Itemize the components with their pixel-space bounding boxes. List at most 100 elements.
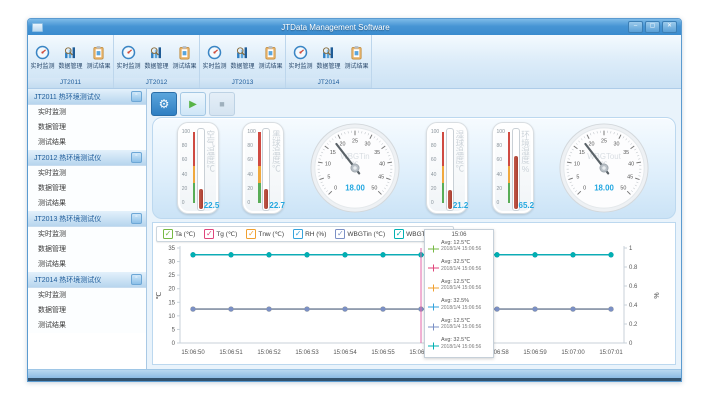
sidebar-group-header-1[interactable]: JT2011 热环境测试仪▫: [28, 89, 146, 105]
tooltip-entry: Avg: 32.5%2018/1/4 15:06:56: [428, 298, 490, 316]
legend-item-ta: ✓Ta (℃): [163, 229, 195, 239]
chart-tooltip: 15:06Avg: 12.5℃2018/1/4 15:06:56Avg: 32.…: [424, 229, 494, 358]
sidebar-item-data-management[interactable]: 数据管理: [28, 120, 146, 135]
stop-icon: ■: [219, 99, 224, 109]
svg-text:0: 0: [629, 341, 633, 347]
thermometer-scale: 100806040200: [431, 130, 439, 206]
ribbon-button-jt2012-realtime-monitoring[interactable]: 实时监测: [115, 45, 142, 70]
sidebar-item-realtime-monitoring[interactable]: 实时监测: [28, 227, 146, 242]
settings-button[interactable]: ⚙: [151, 92, 177, 116]
ribbon-button-jt2013-data-management[interactable]: 数据管理: [229, 45, 256, 70]
tooltip-entry: Avg: 32.5℃2018/1/4 15:06:56: [428, 337, 490, 355]
legend-label: WBGTin (℃): [347, 230, 385, 238]
mercury-column: [199, 189, 203, 209]
ribbon-button-jt2014-test-results[interactable]: 测试结果: [343, 45, 370, 70]
mercury-column: [514, 156, 518, 209]
thermometer-zones: [508, 132, 511, 208]
ribbon-group-caption: JT2014: [286, 78, 371, 88]
svg-text:15:07:01: 15:07:01: [599, 350, 623, 356]
svg-text:15:06:59: 15:06:59: [523, 350, 547, 356]
svg-text:15:07:00: 15:07:00: [561, 350, 585, 356]
svg-text:15: 15: [330, 150, 336, 156]
status-bar: [28, 369, 681, 381]
sidebar-item-realtime-monitoring[interactable]: 实时监测: [28, 166, 146, 181]
sidebar-item-realtime-monitoring[interactable]: 实时监测: [28, 105, 146, 120]
svg-text:15:06:51: 15:06:51: [219, 350, 243, 356]
ribbon-button-jt2013-test-results[interactable]: 测试结果: [257, 45, 284, 70]
series-marker-icon: [428, 279, 439, 297]
sidebar-item-test-results[interactable]: 测试结果: [28, 257, 146, 272]
legend-checkbox[interactable]: ✓: [246, 229, 256, 239]
ribbon-group-caption: JT2012: [114, 78, 199, 88]
sidebar-item-data-management[interactable]: 数据管理: [28, 242, 146, 257]
sidebar-item-test-results[interactable]: 测试结果: [28, 318, 146, 333]
line-chart[interactable]: 0510152025303500.20.40.60.81℃%15:06:5015…: [154, 240, 674, 366]
sidebar-group-header-4[interactable]: JT2014 热环境测试仪▫: [28, 272, 146, 288]
legend-checkbox[interactable]: ✓: [293, 229, 303, 239]
thermometer-value: 65.2: [519, 201, 535, 210]
svg-text:45: 45: [627, 174, 633, 180]
ribbon-button-jt2012-test-results[interactable]: 测试结果: [171, 45, 198, 70]
ribbon-button-label: 实时监测: [288, 61, 312, 70]
tooltip-avg-value: Avg: 32.5℃: [441, 259, 481, 266]
sidebar-item-test-results[interactable]: 测试结果: [28, 135, 146, 150]
window-minimize-button[interactable]: –: [628, 21, 643, 33]
dial-gauge-wbgtout: 05101520253035404550WBGTout℃18.00: [557, 120, 651, 216]
ribbon-button-jt2014-realtime-monitoring[interactable]: 实时监测: [287, 45, 314, 70]
svg-text:10: 10: [325, 162, 331, 168]
data-icon: [63, 45, 78, 60]
svg-text:10: 10: [168, 314, 175, 320]
series-marker-icon: [428, 298, 439, 316]
collapse-icon[interactable]: ▫: [131, 274, 142, 285]
collapse-icon[interactable]: ▫: [131, 152, 142, 163]
start-button[interactable]: ▶: [180, 92, 206, 116]
ribbon-button-jt2011-data-management[interactable]: 数据管理: [57, 45, 84, 70]
thermometer-label: 空气温度℃: [206, 130, 215, 173]
svg-text:15:06:53: 15:06:53: [295, 350, 319, 356]
titlebar: JTData Management Software –▢✕: [28, 19, 681, 35]
sidebar-item-test-results[interactable]: 测试结果: [28, 196, 146, 211]
ribbon-button-label: 实时监测: [116, 61, 140, 70]
ribbon-button-jt2011-test-results[interactable]: 测试结果: [85, 45, 112, 70]
legend-label: Ta (℃): [175, 230, 195, 238]
collapse-icon[interactable]: ▫: [131, 91, 142, 102]
thermometer-value: 21.2: [453, 201, 469, 210]
legend-checkbox[interactable]: ✓: [335, 229, 345, 239]
sidebar-item-realtime-monitoring[interactable]: 实时监测: [28, 288, 146, 303]
sidebar-group-header-2[interactable]: JT2012 热环境测试仪▫: [28, 150, 146, 166]
stop-button[interactable]: ■: [209, 92, 235, 116]
window-close-button[interactable]: ✕: [662, 21, 677, 33]
tooltip-entry: Avg: 12.5℃2018/1/4 15:06:56: [428, 318, 490, 336]
report-icon: [349, 45, 364, 60]
tooltip-entry: Avg: 32.5℃2018/1/4 15:06:56: [428, 259, 490, 277]
collapse-icon[interactable]: ▫: [131, 213, 142, 224]
svg-text:0.4: 0.4: [629, 303, 638, 309]
thermometer-tube: [446, 128, 454, 211]
window-maximize-button[interactable]: ▢: [645, 21, 660, 33]
sidebar-item-data-management[interactable]: 数据管理: [28, 303, 146, 318]
legend-checkbox[interactable]: ✓: [204, 229, 214, 239]
sidebar: JT2011 热环境测试仪▫实时监测数据管理测试结果JT2012 热环境测试仪▫…: [28, 89, 147, 369]
svg-text:0: 0: [334, 185, 337, 191]
window-controls: –▢✕: [628, 21, 677, 33]
tooltip-avg-value: Avg: 12.5℃: [441, 318, 481, 325]
ribbon-button-jt2013-realtime-monitoring[interactable]: 实时监测: [201, 45, 228, 70]
tooltip-timestamp: 2018/1/4 15:06:56: [441, 285, 481, 291]
ribbon-button-jt2012-data-management[interactable]: 数据管理: [143, 45, 170, 70]
svg-text:0: 0: [172, 341, 176, 347]
legend-checkbox[interactable]: ✓: [394, 229, 404, 239]
ribbon-button-jt2011-realtime-monitoring[interactable]: 实时监测: [29, 45, 56, 70]
tooltip-timestamp: 2018/1/4 15:06:56: [441, 305, 481, 311]
sidebar-group-header-3[interactable]: JT2013 热环境测试仪▫: [28, 211, 146, 227]
svg-text:35: 35: [168, 246, 175, 252]
sidebar-item-data-management[interactable]: 数据管理: [28, 181, 146, 196]
gauge-panel: 100806040200空气温度℃22.5100806040200黑球温度℃22…: [152, 117, 676, 219]
svg-text:25: 25: [168, 273, 175, 279]
data-icon: [235, 45, 250, 60]
svg-text:40: 40: [379, 162, 385, 168]
thermometer-tube: [262, 128, 270, 211]
svg-text:1: 1: [629, 246, 633, 252]
thermometer-label: 环境湿度%: [521, 130, 530, 174]
ribbon-button-jt2014-data-management[interactable]: 数据管理: [315, 45, 342, 70]
legend-checkbox[interactable]: ✓: [163, 229, 173, 239]
